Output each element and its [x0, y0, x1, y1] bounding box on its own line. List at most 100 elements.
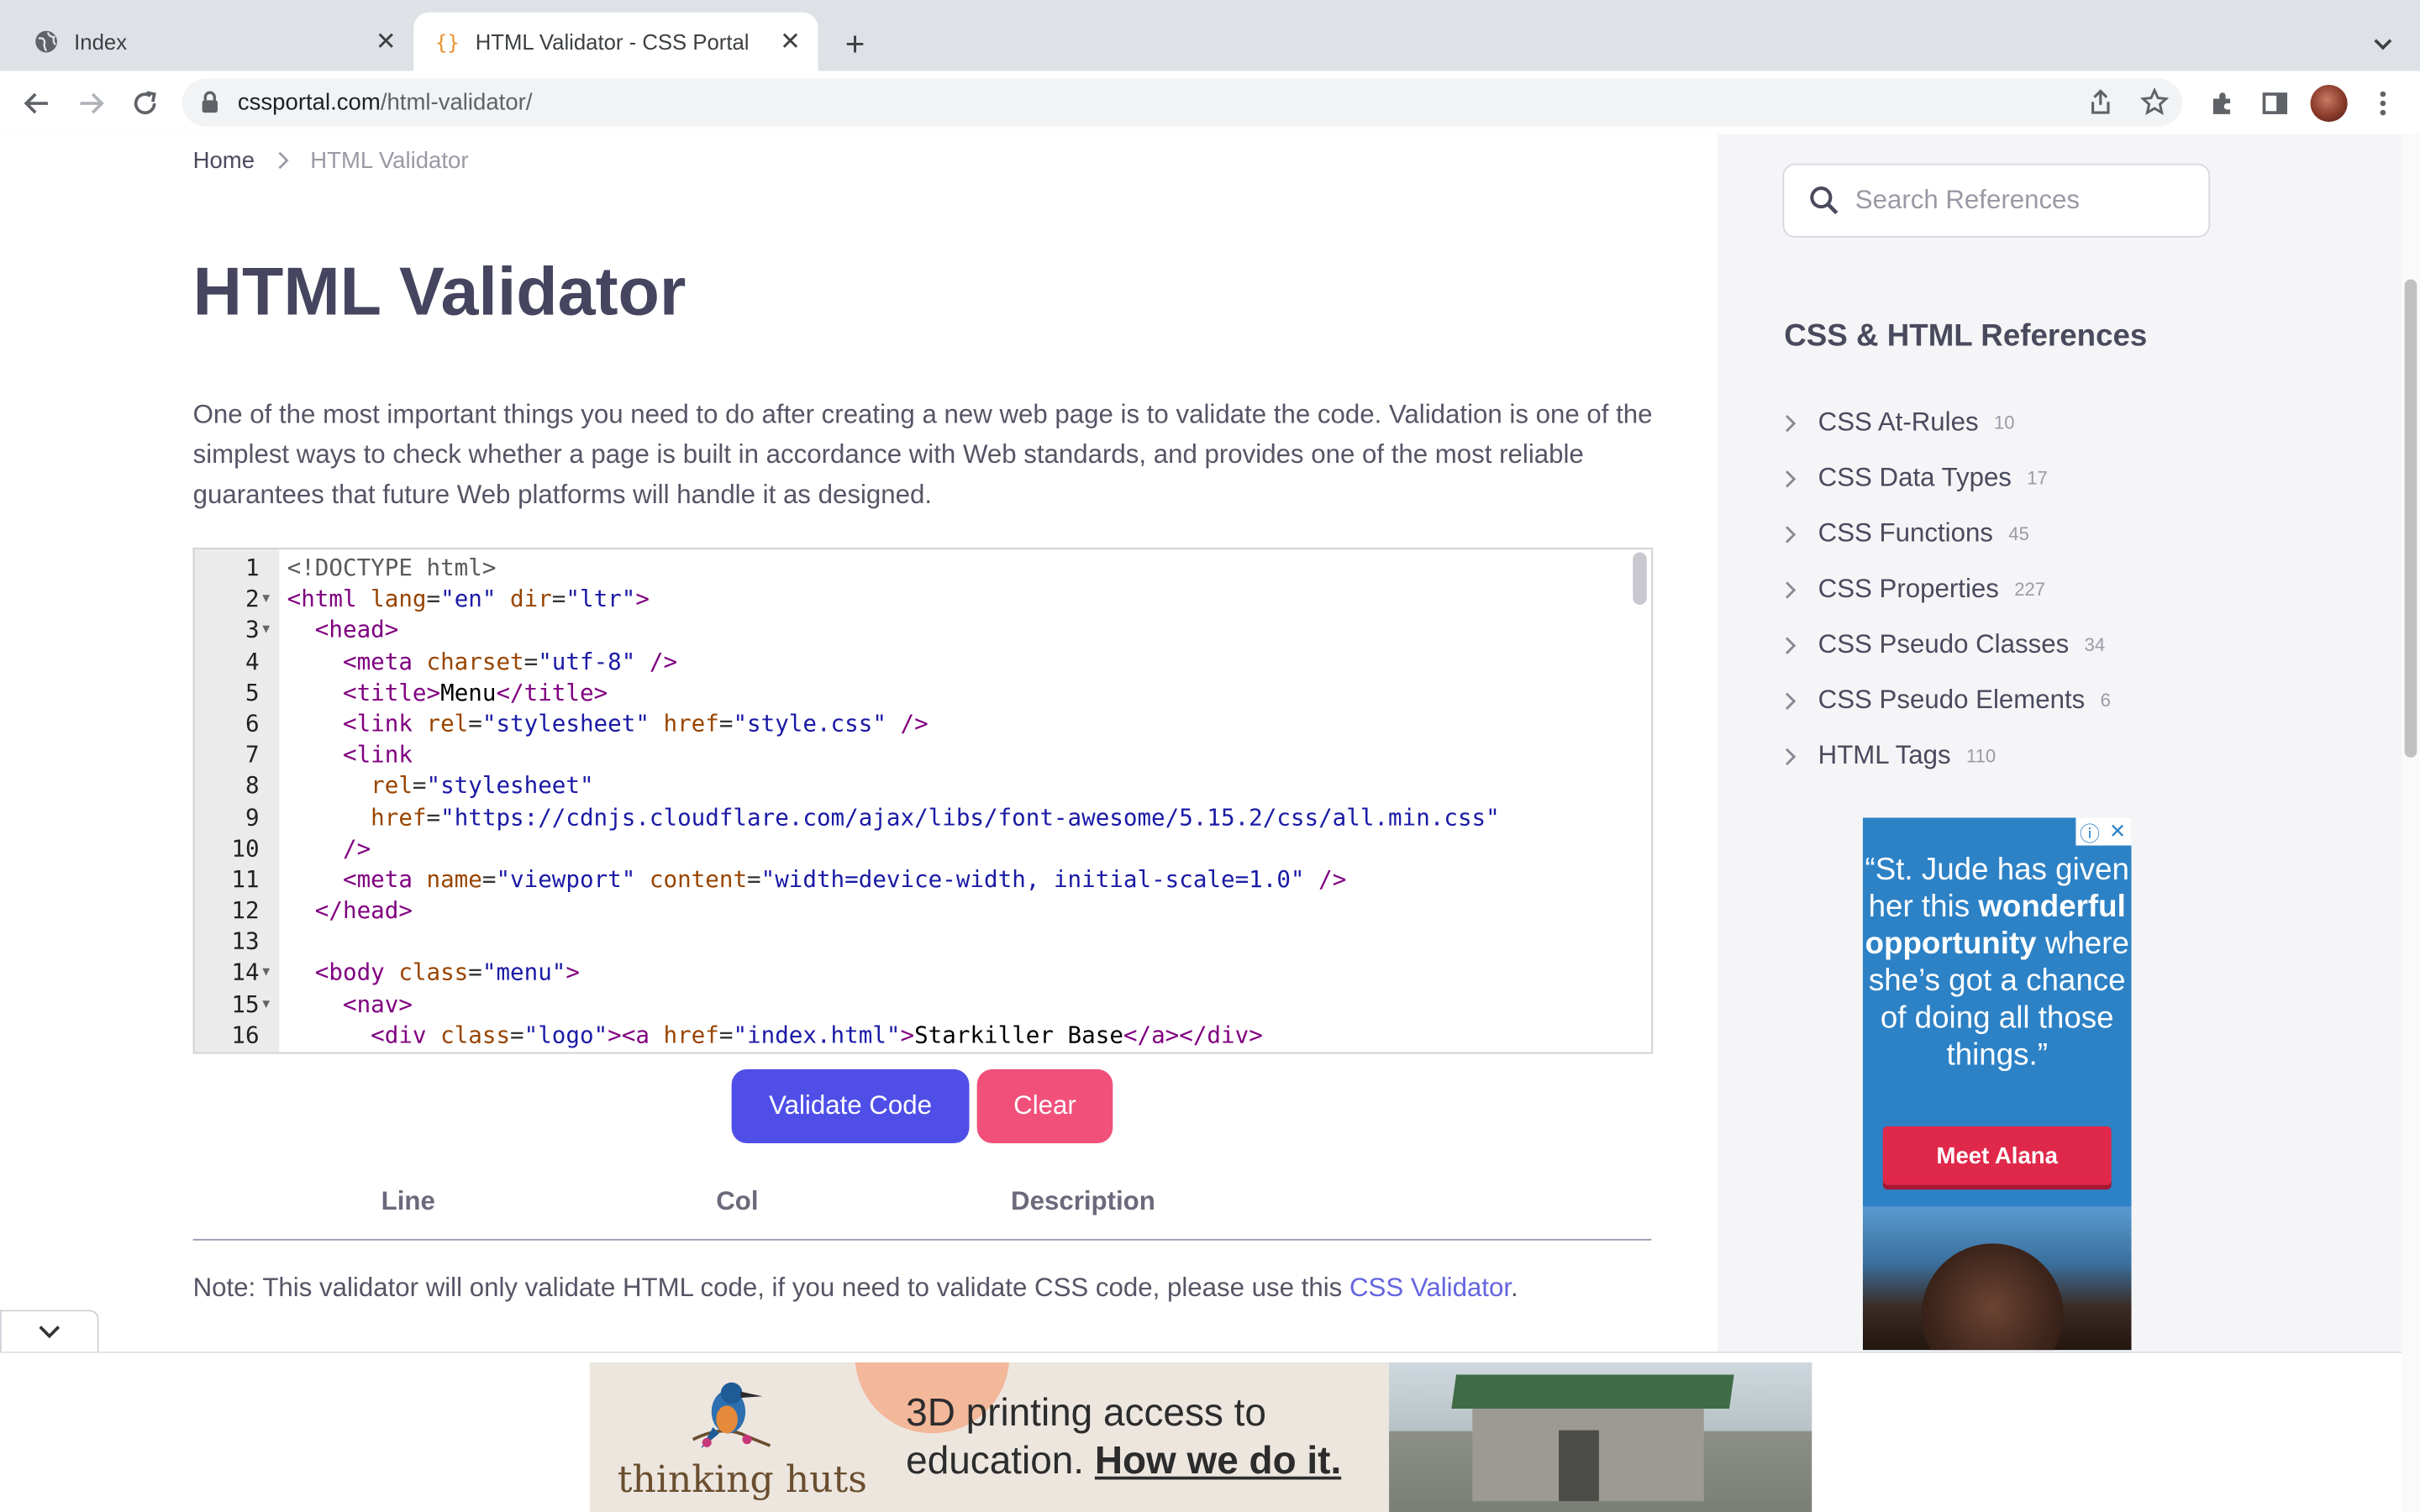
- editor-scrollbar-thumb[interactable]: [1633, 552, 1647, 605]
- validate-code-button[interactable]: Validate Code: [731, 1068, 970, 1144]
- line-number: 16: [231, 1021, 260, 1049]
- search-input[interactable]: [1852, 183, 2198, 218]
- code-line[interactable]: 8 rel="stylesheet": [194, 770, 1651, 801]
- side-panel-icon[interactable]: [2254, 83, 2295, 123]
- tab-index[interactable]: Index ✕: [13, 13, 414, 71]
- reload-icon[interactable]: [125, 83, 166, 123]
- tab-html-validator[interactable]: {} HTML Validator - CSS Portal ✕: [413, 12, 818, 71]
- code-text: <meta name="viewport" content="width=dev…: [342, 865, 1347, 894]
- reference-item[interactable]: HTML Tags 110: [1784, 728, 2111, 784]
- line-number: 7: [245, 740, 260, 769]
- code-text: <head>: [314, 616, 399, 644]
- line-number: 5: [245, 678, 260, 706]
- fold-arrow-icon[interactable]: ▼: [262, 615, 270, 646]
- bottom-advertisement[interactable]: thinking huts 3D printing access to educ…: [589, 1362, 1812, 1512]
- code-line[interactable]: 1 <!DOCTYPE html>: [194, 553, 1651, 584]
- reference-label: CSS At-Rules: [1818, 407, 1979, 437]
- info-icon[interactable]: ⓘ: [2075, 817, 2104, 846]
- chevron-right-icon: [1784, 579, 1806, 601]
- code-line[interactable]: 6 <link rel="stylesheet" href="style.css…: [194, 708, 1651, 739]
- code-line[interactable]: 2 ▼ <html lang="en" dir="ltr">: [194, 584, 1651, 615]
- side-advertisement[interactable]: ⓘ ✕ “St. Jude has given her this wonderf…: [1862, 817, 2132, 1351]
- page-content: Home HTML Validator HTML Validator One o…: [0, 134, 2420, 1512]
- new-tab-plus-icon[interactable]: +: [835, 24, 876, 65]
- close-tab-icon[interactable]: ✕: [371, 26, 402, 57]
- reference-count: 45: [2008, 522, 2029, 545]
- chevron-right-icon: [1784, 412, 1806, 433]
- code-line[interactable]: 15 ▼ <nav>: [194, 989, 1651, 1020]
- code-text: <html lang="en" dir="ltr">: [287, 585, 650, 613]
- bookmark-star-icon[interactable]: [2136, 83, 2173, 120]
- reference-count: 34: [2084, 633, 2106, 656]
- close-ad-icon[interactable]: ✕: [2103, 817, 2132, 846]
- code-line[interactable]: 14 ▼ <body class="menu">: [194, 958, 1651, 989]
- reference-item[interactable]: CSS Functions 45: [1784, 506, 2111, 561]
- forward-arrow-icon[interactable]: [71, 83, 111, 123]
- code-line[interactable]: 16 <div class="logo"><a href="index.html…: [194, 1020, 1651, 1051]
- clear-button[interactable]: Clear: [976, 1068, 1113, 1144]
- code-line[interactable]: 11 <meta name="viewport" content="width=…: [194, 864, 1651, 895]
- back-arrow-icon[interactable]: [17, 83, 57, 123]
- css-validator-link[interactable]: CSS Validator: [1349, 1273, 1511, 1302]
- code-line[interactable]: 12 </head>: [194, 895, 1651, 926]
- code-line[interactable]: 9 href="https://cdnjs.cloudflare.com/aja…: [194, 801, 1651, 832]
- breadcrumb-home-link[interactable]: Home: [193, 148, 255, 174]
- code-text: <link rel="stylesheet" href="style.css" …: [342, 709, 929, 738]
- code-line[interactable]: 10 />: [194, 832, 1651, 864]
- reference-label: CSS Functions: [1818, 518, 1993, 549]
- extensions-puzzle-icon[interactable]: [2202, 83, 2243, 123]
- code-lines[interactable]: 1 <!DOCTYPE html> 2 ▼ <html lang="en" dir="l…: [194, 553, 1651, 1051]
- reference-count: 10: [1993, 412, 2015, 434]
- page-title: HTML Validator: [192, 255, 687, 331]
- code-line[interactable]: 5 <title>Menu</title>: [194, 677, 1651, 708]
- chevron-right-icon: [276, 149, 289, 173]
- code-line[interactable]: 3 ▼ <head>: [194, 615, 1651, 646]
- how-we-do-it-link[interactable]: How we do it.: [1095, 1440, 1341, 1483]
- kingfisher-logo-icon: [692, 1382, 771, 1449]
- tab-title: HTML Validator - CSS Portal: [475, 29, 750, 55]
- code-text: <meta charset="utf-8" />: [342, 647, 678, 675]
- breadcrumb-current: HTML Validator: [310, 148, 469, 175]
- address-bar[interactable]: cssportal.com/html-validator/: [182, 78, 2183, 127]
- reference-item[interactable]: CSS Data Types 17: [1784, 450, 2111, 506]
- svg-text:{}: {}: [435, 31, 460, 55]
- reference-label: CSS Properties: [1818, 574, 1999, 604]
- url-text: cssportal.com/html-validator/: [237, 89, 533, 116]
- reference-item[interactable]: CSS Pseudo Classes 34: [1784, 617, 2111, 673]
- profile-avatar[interactable]: [2310, 85, 2348, 123]
- search-box[interactable]: [1782, 163, 2211, 238]
- line-number: 4: [245, 647, 260, 675]
- share-icon[interactable]: [2082, 83, 2119, 120]
- code-line[interactable]: 13: [194, 927, 1651, 958]
- reference-item[interactable]: CSS Pseudo Elements 6: [1784, 673, 2111, 728]
- line-number: 1: [245, 554, 260, 582]
- reference-item[interactable]: CSS At-Rules 10: [1784, 395, 2111, 450]
- ad-hut-door: [1559, 1430, 1599, 1502]
- chevron-right-icon: [1784, 523, 1806, 545]
- code-editor[interactable]: 1 <!DOCTYPE html> 2 ▼ <html lang="en" dir="l…: [192, 548, 1654, 1054]
- line-number: 13: [231, 927, 260, 956]
- chevron-right-icon: [1784, 690, 1806, 711]
- tab-search-chevron-icon[interactable]: [2365, 24, 2402, 61]
- more-vert-icon[interactable]: [2363, 83, 2403, 123]
- intro-paragraph: One of the most important things you nee…: [192, 399, 1653, 510]
- line-number: 8: [245, 771, 260, 801]
- close-tab-icon[interactable]: ✕: [775, 26, 806, 57]
- page-scrollbar-thumb[interactable]: [2404, 279, 2417, 758]
- code-line[interactable]: 7 <link: [194, 739, 1651, 770]
- reference-item[interactable]: CSS Properties 227: [1784, 562, 2111, 617]
- bottom-ad-bar: thinking huts 3D printing access to educ…: [0, 1351, 2402, 1512]
- collapse-ad-button[interactable]: [0, 1310, 99, 1352]
- adchoices[interactable]: ⓘ ✕: [2075, 817, 2132, 846]
- code-text: </head>: [314, 896, 413, 925]
- fold-arrow-icon[interactable]: ▼: [262, 584, 270, 615]
- line-number: 11: [231, 865, 260, 894]
- fold-arrow-icon[interactable]: ▼: [262, 989, 270, 1020]
- fold-arrow-icon[interactable]: ▼: [262, 958, 270, 989]
- meet-alana-button[interactable]: Meet Alana: [1882, 1126, 2112, 1185]
- code-line[interactable]: 4 <meta charset="utf-8" />: [194, 646, 1651, 677]
- line-number: 15: [231, 990, 260, 1018]
- reference-count: 17: [2027, 467, 2048, 490]
- lock-icon: [201, 90, 223, 114]
- ad-brand: thinking huts: [617, 1457, 867, 1502]
